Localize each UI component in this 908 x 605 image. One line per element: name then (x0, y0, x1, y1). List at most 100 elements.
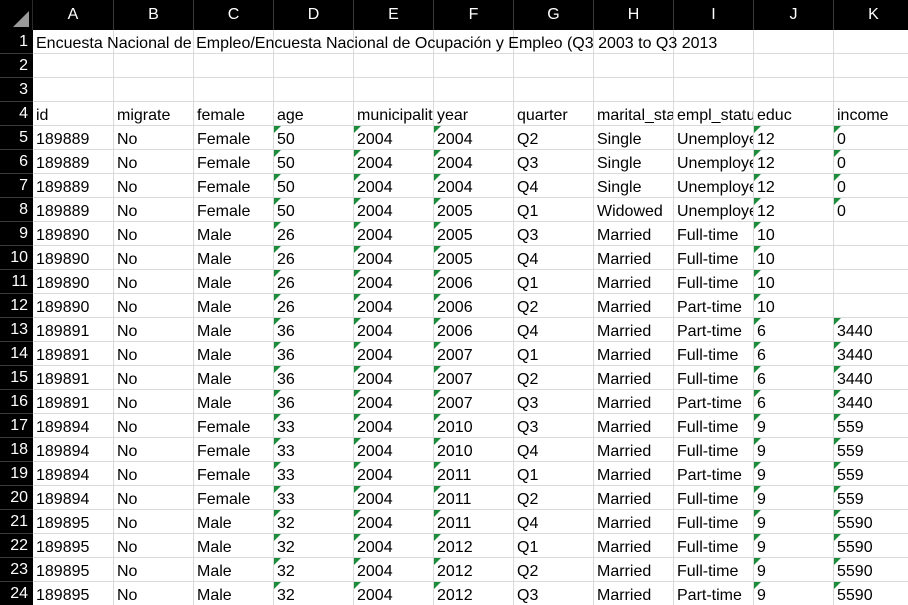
table-cell[interactable]: 189890 (33, 270, 114, 294)
table-cell[interactable]: Female (194, 126, 274, 150)
table-cell[interactable]: 2007 (434, 366, 514, 390)
table-cell[interactable]: 50 (274, 150, 354, 174)
table-cell[interactable]: 2004 (354, 462, 434, 486)
table-cell[interactable]: Widowed (594, 198, 674, 222)
row-header-18[interactable]: 18 (0, 438, 33, 462)
table-cell[interactable]: 10 (754, 246, 834, 270)
table-cell[interactable]: Male (194, 390, 274, 414)
table-cell[interactable]: Male (194, 510, 274, 534)
table-cell[interactable]: 5590 (834, 558, 908, 582)
table-cell[interactable]: 9 (754, 462, 834, 486)
table-cell[interactable]: 6 (754, 366, 834, 390)
table-cell[interactable]: 189889 (33, 150, 114, 174)
table-cell[interactable]: 36 (274, 342, 354, 366)
column-header-g[interactable]: G (514, 0, 594, 30)
row-header-9[interactable]: 9 (0, 222, 33, 246)
table-cell[interactable]: 10 (754, 270, 834, 294)
table-cell[interactable]: Male (194, 246, 274, 270)
table-cell[interactable]: 2004 (354, 582, 434, 605)
table-cell[interactable]: No (114, 582, 194, 605)
row-header-8[interactable]: 8 (0, 198, 33, 222)
table-cell[interactable]: 2004 (354, 366, 434, 390)
table-cell[interactable]: Q4 (514, 174, 594, 198)
column-label-female[interactable]: female (194, 102, 274, 126)
table-cell[interactable]: 3440 (834, 342, 908, 366)
table-cell[interactable]: 0 (834, 174, 908, 198)
table-cell[interactable]: 12 (754, 174, 834, 198)
cell[interactable] (594, 78, 674, 102)
table-cell[interactable]: 559 (834, 486, 908, 510)
table-cell[interactable]: 2004 (354, 558, 434, 582)
table-cell[interactable]: Part-time (674, 582, 754, 605)
table-cell[interactable]: Q2 (514, 294, 594, 318)
table-cell[interactable]: 189890 (33, 222, 114, 246)
table-cell[interactable]: Male (194, 366, 274, 390)
column-label-migrate[interactable]: migrate (114, 102, 194, 126)
table-cell[interactable]: Married (594, 246, 674, 270)
table-cell[interactable]: 26 (274, 294, 354, 318)
table-cell[interactable]: Full-time (674, 510, 754, 534)
table-cell[interactable]: Full-time (674, 558, 754, 582)
table-cell[interactable]: Male (194, 534, 274, 558)
table-cell[interactable]: 2006 (434, 318, 514, 342)
table-cell[interactable]: 36 (274, 318, 354, 342)
table-cell[interactable]: Married (594, 558, 674, 582)
table-cell[interactable]: 559 (834, 438, 908, 462)
table-cell[interactable]: 12 (754, 150, 834, 174)
column-label-empl-status[interactable]: empl_status (674, 102, 754, 126)
table-cell[interactable]: No (114, 318, 194, 342)
table-cell[interactable]: 33 (274, 438, 354, 462)
table-cell[interactable]: 9 (754, 438, 834, 462)
table-cell[interactable]: 50 (274, 126, 354, 150)
table-cell[interactable]: 189891 (33, 366, 114, 390)
table-cell[interactable]: Unemployed (674, 198, 754, 222)
table-cell[interactable]: 2004 (354, 294, 434, 318)
table-cell[interactable]: 32 (274, 558, 354, 582)
table-cell[interactable]: 189894 (33, 462, 114, 486)
table-cell[interactable]: Married (594, 438, 674, 462)
cell[interactable] (594, 54, 674, 78)
table-cell[interactable]: 3440 (834, 390, 908, 414)
table-cell[interactable]: 2004 (354, 174, 434, 198)
table-cell[interactable]: Married (594, 342, 674, 366)
table-cell[interactable]: Married (594, 510, 674, 534)
table-cell[interactable]: 2006 (434, 270, 514, 294)
table-cell[interactable]: 36 (274, 366, 354, 390)
cell[interactable] (354, 54, 434, 78)
table-cell[interactable]: 9 (754, 582, 834, 605)
table-cell[interactable]: No (114, 510, 194, 534)
table-cell[interactable]: 2007 (434, 390, 514, 414)
row-header-19[interactable]: 19 (0, 462, 33, 486)
table-cell[interactable]: 2004 (354, 534, 434, 558)
column-label-marital-status[interactable]: marital_status (594, 102, 674, 126)
table-cell[interactable]: 5590 (834, 510, 908, 534)
table-cell[interactable]: Female (194, 198, 274, 222)
table-cell[interactable]: Q4 (514, 318, 594, 342)
table-cell[interactable]: 189891 (33, 342, 114, 366)
table-cell[interactable]: 10 (754, 222, 834, 246)
table-cell[interactable]: Female (194, 414, 274, 438)
table-cell[interactable]: Male (194, 222, 274, 246)
table-cell[interactable]: 33 (274, 414, 354, 438)
row-header-13[interactable]: 13 (0, 318, 33, 342)
table-cell[interactable]: 2012 (434, 582, 514, 605)
table-cell[interactable]: 2004 (354, 246, 434, 270)
table-cell[interactable]: No (114, 126, 194, 150)
row-header-2[interactable]: 2 (0, 54, 33, 78)
table-cell[interactable]: 6 (754, 318, 834, 342)
table-cell[interactable]: Married (594, 390, 674, 414)
table-cell[interactable]: Q3 (514, 150, 594, 174)
cell[interactable] (434, 54, 514, 78)
column-header-e[interactable]: E (354, 0, 434, 30)
sheet-title-cell[interactable]: Encuesta Nacional de Empleo/Encuesta Nac… (33, 30, 793, 54)
table-cell[interactable]: Q1 (514, 270, 594, 294)
cell[interactable] (33, 54, 114, 78)
row-header-17[interactable]: 17 (0, 414, 33, 438)
table-cell[interactable]: 0 (834, 126, 908, 150)
cell[interactable] (754, 54, 834, 78)
table-cell[interactable]: No (114, 438, 194, 462)
table-cell[interactable]: 189894 (33, 414, 114, 438)
table-cell[interactable]: 189894 (33, 486, 114, 510)
table-cell[interactable]: Full-time (674, 342, 754, 366)
table-cell[interactable]: Married (594, 270, 674, 294)
